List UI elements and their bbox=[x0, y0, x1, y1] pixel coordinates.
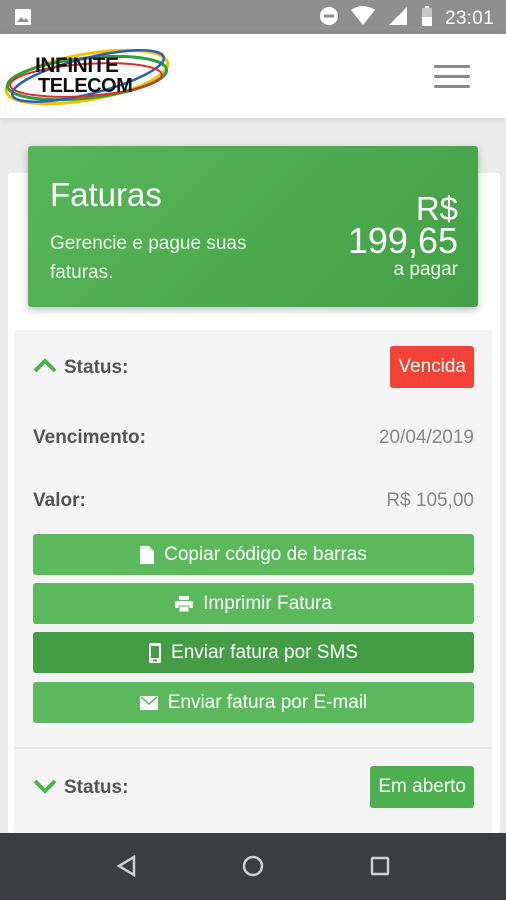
send-sms-button[interactable]: Enviar fatura por SMS bbox=[33, 632, 474, 673]
printer-icon bbox=[175, 595, 194, 612]
status-badge: Em aberto bbox=[370, 766, 474, 808]
page-title: Faturas bbox=[50, 176, 162, 213]
send-email-button[interactable]: Enviar fatura por E-mail bbox=[33, 682, 474, 723]
page-subtitle: Gerencie e pague suas faturas. bbox=[50, 233, 247, 283]
back-icon[interactable] bbox=[116, 855, 136, 877]
print-invoice-label: Imprimir Fatura bbox=[203, 592, 332, 614]
invoices-summary-banner: Faturas Gerencie e pague suas faturas. R… bbox=[28, 146, 478, 307]
value-label: Valor: bbox=[33, 490, 86, 511]
hamburger-icon[interactable] bbox=[434, 65, 470, 89]
value-amount: R$ 105,00 bbox=[386, 490, 474, 511]
clock: 23:01 bbox=[444, 7, 494, 29]
print-invoice-button[interactable]: Imprimir Fatura bbox=[33, 583, 474, 624]
invoice-list bbox=[14, 330, 492, 833]
invoice-status-row[interactable]: Status: Em aberto bbox=[33, 766, 474, 810]
chevron-down-icon[interactable] bbox=[33, 778, 57, 799]
signal-icon bbox=[387, 6, 409, 31]
copy-barcode-label: Copiar código de barras bbox=[164, 543, 367, 565]
amount-value: 199,65 bbox=[347, 220, 458, 261]
wifi-icon bbox=[350, 6, 375, 31]
document-icon bbox=[140, 545, 155, 564]
status-label: Status: bbox=[64, 777, 129, 798]
amount-due: R$ 199,65 a pagar bbox=[347, 192, 458, 283]
logo-text-line2: TELECOM bbox=[38, 75, 133, 97]
invoice-divider bbox=[14, 747, 492, 749]
status-bar: 23:01 bbox=[0, 0, 506, 34]
home-icon[interactable] bbox=[242, 855, 264, 877]
image-icon bbox=[14, 8, 32, 31]
recents-icon[interactable] bbox=[370, 856, 390, 876]
battery-icon bbox=[421, 6, 433, 31]
phone-icon bbox=[149, 642, 162, 663]
status-badge: Vencida bbox=[390, 346, 474, 388]
send-sms-label: Enviar fatura por SMS bbox=[171, 641, 358, 663]
invoice-status-row[interactable]: Status: Vencida bbox=[33, 345, 474, 389]
copy-barcode-button[interactable]: Copiar código de barras bbox=[33, 534, 474, 575]
infinite-telecom-logo[interactable]: INFINITE TELECOM bbox=[2, 40, 172, 114]
envelope-icon bbox=[139, 695, 158, 710]
app-header: INFINITE TELECOM bbox=[0, 34, 506, 118]
do-not-disturb-icon bbox=[319, 6, 339, 31]
chevron-up-icon[interactable] bbox=[33, 357, 57, 378]
status-label: Status: bbox=[64, 357, 129, 378]
due-date-row: Vencimento: 20/04/2019 bbox=[33, 427, 474, 451]
system-navigation-bar bbox=[0, 833, 506, 900]
due-date-value: 20/04/2019 bbox=[378, 427, 474, 448]
due-date-label: Vencimento: bbox=[33, 427, 146, 448]
value-row: Valor: R$ 105,00 bbox=[33, 490, 474, 514]
send-email-label: Enviar fatura por E-mail bbox=[167, 691, 368, 713]
